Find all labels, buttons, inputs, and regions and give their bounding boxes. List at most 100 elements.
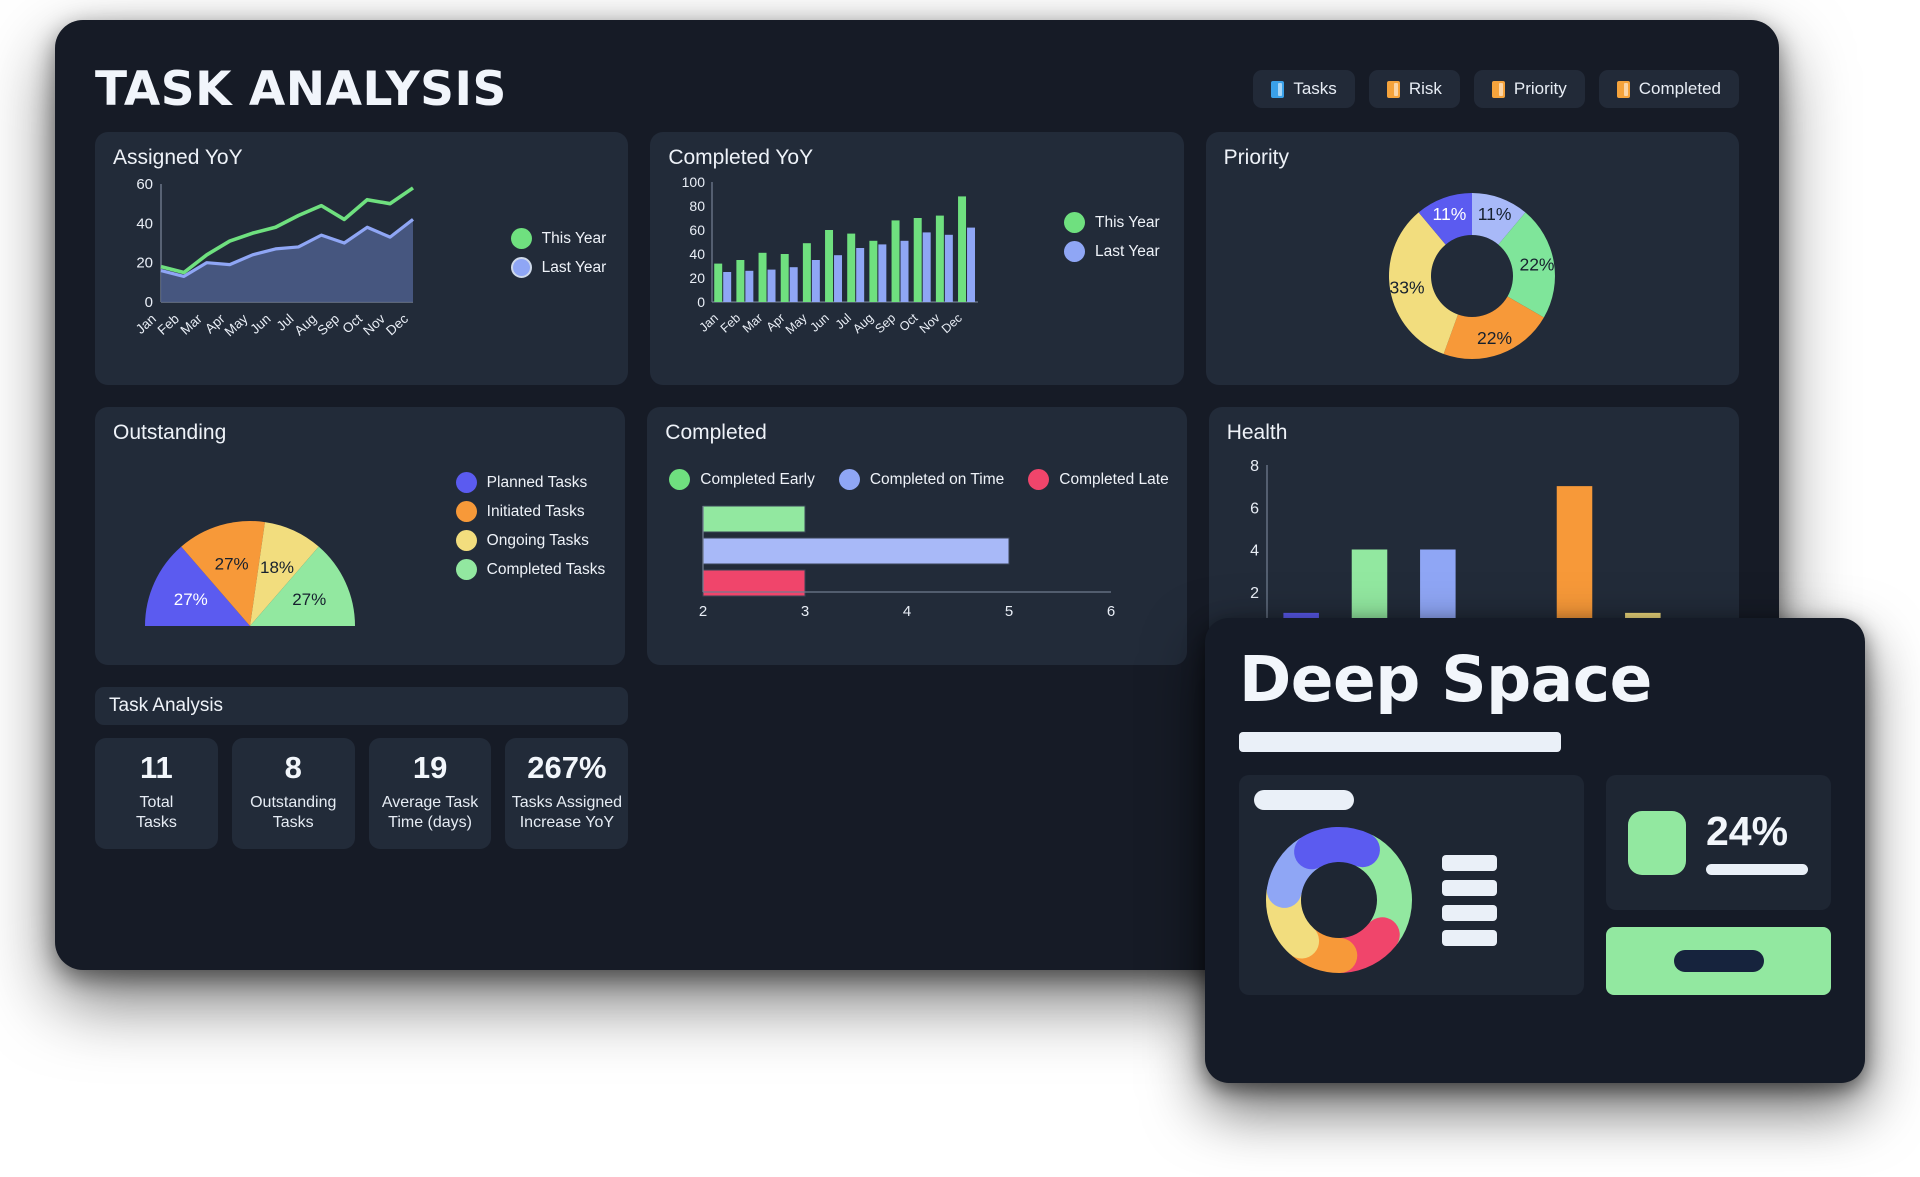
svg-text:20: 20	[136, 255, 153, 272]
svg-text:22%: 22%	[1520, 255, 1555, 275]
panel-title: Completed	[665, 421, 767, 444]
legend-label: This Year	[541, 229, 607, 247]
charts-grid-row-1: Assigned YoY 0 20 40 60 Jan Feb Mar Apr May Jun J…	[95, 132, 1739, 385]
tab-bar: Tasks Risk Priority Completed	[1253, 70, 1739, 108]
svg-text:Jul: Jul	[833, 311, 854, 332]
svg-text:Nov: Nov	[917, 310, 943, 336]
tab-label: Risk	[1408, 79, 1442, 98]
legend-label: Last Year	[1095, 242, 1160, 260]
svg-text:27%: 27%	[215, 555, 249, 574]
dashboard-header: TASK ANALYSIS Tasks Risk Priority Comple…	[95, 54, 1739, 124]
svg-text:18%: 18%	[260, 558, 294, 577]
deep-space-stat-swatch	[1628, 810, 1686, 875]
legend-item: Ongoing Tasks	[455, 530, 606, 551]
svg-text:Feb: Feb	[155, 311, 182, 338]
svg-text:2: 2	[1250, 585, 1259, 602]
tab-priority[interactable]: Priority	[1473, 70, 1585, 108]
svg-text:27%: 27%	[292, 590, 326, 609]
legend-item: Planned Tasks	[455, 472, 606, 493]
svg-text:60: 60	[690, 222, 706, 238]
svg-text:0: 0	[145, 294, 153, 311]
assigned-yoy-chart: 0204060 JanFebMarAprMayJun JulAugSepOctNo…	[133, 176, 415, 339]
legend-item: This Year	[1064, 212, 1160, 233]
svg-text:Jan: Jan	[133, 311, 159, 337]
legend-swatch-last-year	[1064, 241, 1085, 262]
outstanding-legend: Planned Tasks Initiated Tasks Ongoing Ta…	[455, 472, 606, 580]
tab-completed[interactable]: Completed	[1598, 70, 1739, 108]
tab-label: Completed	[1638, 79, 1721, 98]
svg-text:6: 6	[1107, 603, 1115, 620]
placeholder-bar	[1442, 930, 1497, 946]
kpi-average-task-time[interactable]: 19 Average Task Time (days)	[368, 738, 492, 849]
deep-space-right-column: 24%	[1606, 775, 1831, 995]
completed-legend: Completed Early Completed on Time Comple…	[665, 469, 1169, 490]
panel-title: Priority	[1223, 146, 1289, 169]
svg-text:Feb: Feb	[718, 311, 743, 336]
bookmark-icon	[1386, 80, 1400, 98]
legend-swatch-completed-early	[669, 469, 691, 490]
deep-space-underline-bar	[1239, 732, 1561, 752]
placeholder-bar	[1442, 855, 1497, 871]
svg-text:0: 0	[698, 294, 706, 310]
svg-text:Mar: Mar	[740, 311, 765, 336]
svg-text:Nov: Nov	[360, 311, 388, 338]
panel-outstanding: Outstanding 27% 27% 18% 27% Planned Tasks I…	[95, 407, 626, 665]
svg-text:8: 8	[1250, 459, 1259, 475]
svg-text:60: 60	[136, 176, 153, 193]
legend-label: Completed Early	[700, 470, 815, 488]
legend-label: This Year	[1095, 213, 1160, 231]
deep-space-cta-label-placeholder	[1673, 950, 1764, 972]
svg-text:40: 40	[136, 215, 153, 232]
task-analysis-kpis: 11 Total Tasks 8 Outstanding Tasks 19 Av…	[95, 738, 629, 849]
kpi-value: 19	[412, 750, 448, 785]
svg-text:Oct: Oct	[897, 310, 921, 334]
panel-title: Completed YoY	[668, 146, 814, 169]
placeholder-bar	[1442, 905, 1497, 921]
deep-space-chart-label-placeholder	[1254, 790, 1354, 810]
legend-label: Completed Tasks	[486, 560, 606, 578]
tab-tasks[interactable]: Tasks	[1253, 70, 1355, 108]
svg-text:80: 80	[690, 198, 706, 214]
svg-text:Jul: Jul	[274, 311, 297, 334]
kpi-value: 267%	[527, 750, 607, 785]
legend-label: Last Year	[541, 258, 607, 276]
svg-text:Dec: Dec	[939, 311, 965, 336]
kpi-label: Total Tasks	[135, 793, 177, 831]
deep-space-percent: 24%	[1706, 807, 1789, 854]
placeholder-bar	[1442, 880, 1497, 896]
svg-text:Jun: Jun	[808, 311, 832, 335]
kpi-label: Average Task Time (days)	[381, 793, 479, 831]
outstanding-halfdonut-chart: 27% 27% 18% 27%	[145, 521, 355, 626]
svg-text:11%: 11%	[1478, 204, 1512, 224]
svg-text:5: 5	[1005, 603, 1013, 620]
kpi-total-tasks[interactable]: 11 Total Tasks	[95, 738, 218, 849]
deep-space-stat-card: 24%	[1606, 775, 1831, 910]
svg-text:Oct: Oct	[340, 311, 366, 336]
deep-space-card: Deep Space 24%	[1205, 618, 1865, 1083]
panel-completed: Completed Completed Early Completed on T…	[647, 407, 1187, 665]
deep-space-cta-button[interactable]	[1606, 927, 1831, 995]
tab-risk[interactable]: Risk	[1368, 70, 1460, 108]
svg-text:20: 20	[690, 270, 706, 286]
panel-title: Health	[1226, 421, 1288, 444]
kpi-outstanding-tasks[interactable]: 8 Outstanding Tasks	[231, 738, 355, 849]
assigned-yoy-legend: This Year Last Year	[510, 228, 607, 278]
completed-yoy-chart: 0 20 40 60 80 100 JanFebMarAprMayJun JulAugSep…	[682, 174, 979, 337]
legend-label: Planned Tasks	[486, 473, 588, 491]
svg-text:27%: 27%	[174, 590, 208, 609]
legend-item: Completed Tasks	[455, 559, 606, 580]
svg-text:Sep: Sep	[314, 311, 342, 338]
svg-text:2: 2	[699, 603, 707, 620]
legend-item: Last Year	[510, 257, 607, 278]
svg-text:Mar: Mar	[178, 311, 206, 338]
panel-title: Outstanding	[113, 421, 227, 444]
deep-space-chart-card	[1239, 775, 1584, 995]
svg-text:4: 4	[903, 603, 911, 620]
legend-label: Initiated Tasks	[486, 502, 585, 520]
deep-space-title: Deep Space	[1239, 643, 1652, 716]
svg-text:Apr: Apr	[764, 311, 788, 334]
page-title: TASK ANALYSIS	[95, 61, 507, 117]
tab-label: Priority	[1513, 79, 1567, 98]
legend-swatch-completed-on-time	[838, 469, 860, 490]
kpi-tasks-assigned-increase[interactable]: 267% Tasks Assigned Increase YoY	[505, 738, 629, 849]
